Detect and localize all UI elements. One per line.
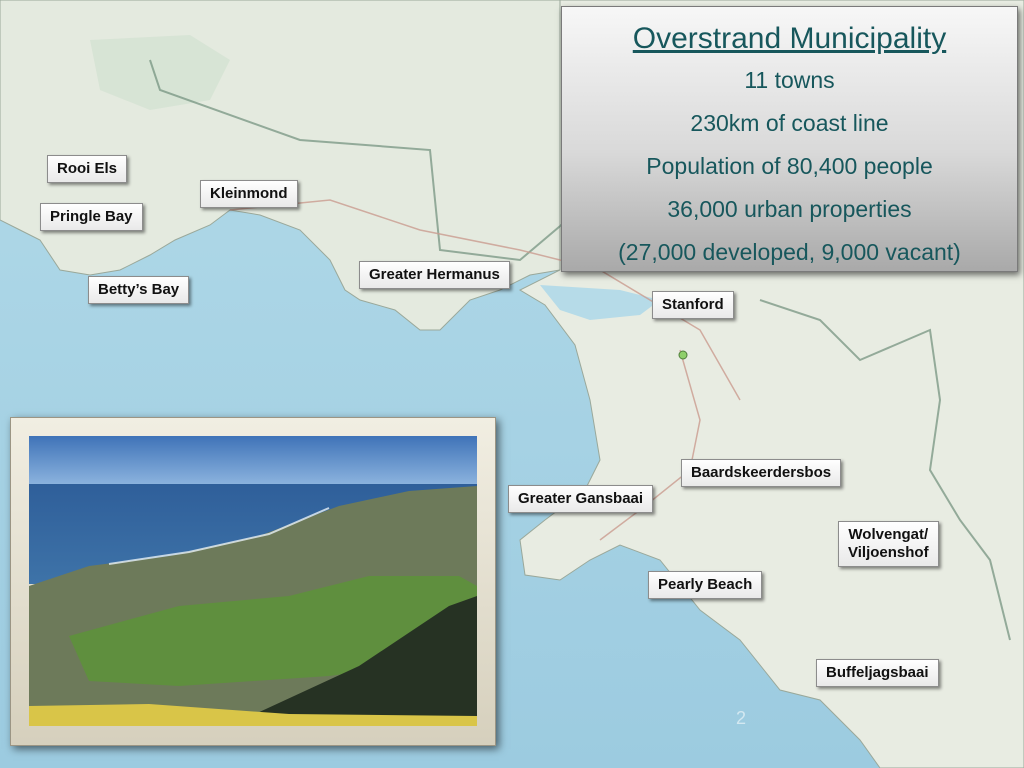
town-label-bettys-bay: Betty’s Bay xyxy=(88,276,190,304)
town-label-kleinmond: Kleinmond xyxy=(200,180,298,208)
town-label-rooi-els: Rooi Els xyxy=(47,155,128,183)
town-label-pearly-beach: Pearly Beach xyxy=(648,571,763,599)
panel-line-urban-properties: 36,000 urban properties xyxy=(667,196,912,222)
panel-title: Overstrand Municipality xyxy=(632,22,947,55)
town-label-greater-gansbaai: Greater Gansbaai xyxy=(508,485,654,513)
photo-frame xyxy=(10,417,496,746)
town-label-buffeljagsbaai: Buffeljagsbaai xyxy=(816,659,939,687)
panel-line-towns: 11 towns xyxy=(744,67,835,93)
slide-number: 2 xyxy=(736,708,747,728)
town-label-baardskeerdersbos: Baardskeerdersbos xyxy=(681,459,842,487)
town-label-wolvengat-viljoenshof: Wolvengat/ Viljoenshof xyxy=(838,521,939,567)
info-panel: Overstrand Municipality 11 towns 230km o… xyxy=(561,6,1018,272)
sky xyxy=(29,436,477,486)
panel-line-developed-vacant: (27,000 developed, 9,000 vacant) xyxy=(618,239,961,265)
town-label-greater-hermanus: Greater Hermanus xyxy=(359,261,510,289)
panel-line-population: Population of 80,400 people xyxy=(646,153,933,179)
panel-line-coastline: 230km of coast line xyxy=(690,110,889,136)
coastal-landscape-photo xyxy=(29,436,477,726)
town-label-stanford: Stanford xyxy=(652,291,734,319)
stanford-marker xyxy=(678,350,688,360)
town-label-pringle-bay: Pringle Bay xyxy=(40,203,143,231)
